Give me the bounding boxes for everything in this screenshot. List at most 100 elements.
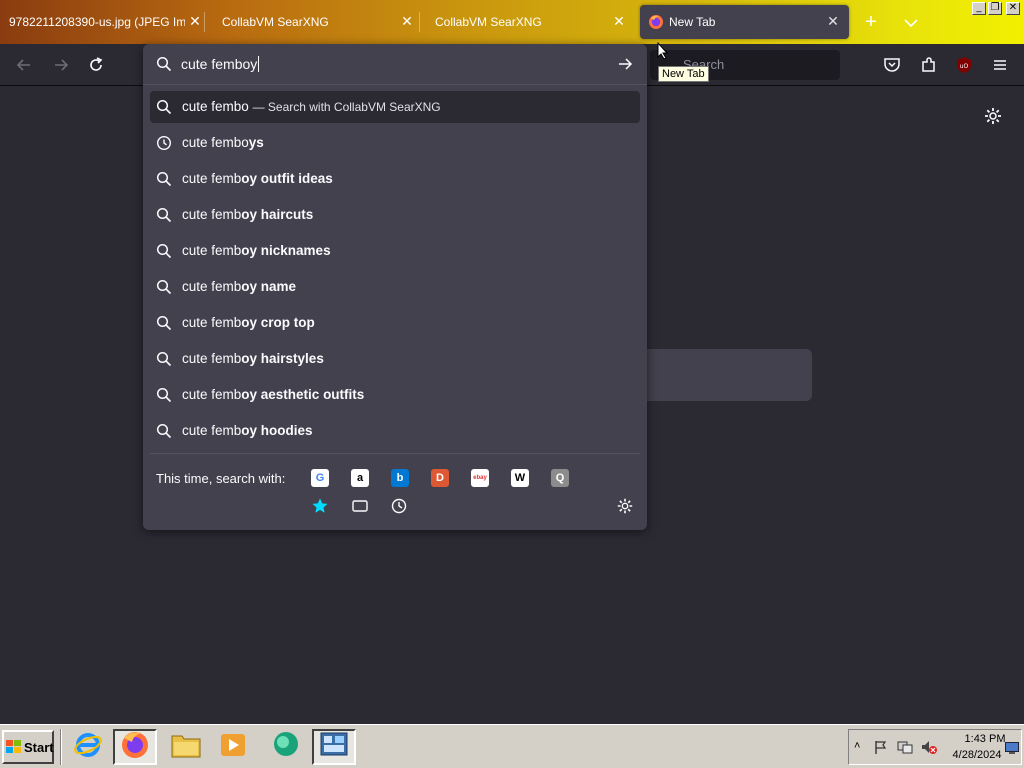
volume-muted-icon[interactable] — [920, 739, 938, 760]
suggestion-text: cute femboys — [182, 135, 264, 150]
tab-close-icon[interactable]: ✕ — [825, 13, 841, 29]
svg-text:uO: uO — [960, 63, 969, 70]
suggestion-text: cute femboy crop top — [182, 315, 315, 330]
back-arrow-icon[interactable] — [13, 54, 35, 76]
bing-icon[interactable]: b — [391, 469, 409, 487]
suggestion-text: cute femboy name — [182, 279, 296, 294]
go-arrow-icon[interactable] — [617, 56, 633, 72]
chat-bubble-icon — [270, 730, 302, 765]
search-suggestion[interactable]: cute femboy haircuts — [150, 199, 640, 231]
show-desktop-icon[interactable] — [1005, 741, 1019, 759]
tab-close-icon[interactable]: ✕ — [611, 13, 627, 29]
search-suggestion[interactable]: cute femboy crop top — [150, 307, 640, 339]
bookmarks-star-icon[interactable] — [311, 497, 329, 515]
heuristic-search-result[interactable]: cute fembo — Search with CollabVM SearXN… — [150, 91, 640, 123]
tabs-icon[interactable] — [351, 497, 369, 515]
search-settings-gear-icon[interactable] — [616, 497, 634, 515]
suggestion-typed-part: cute femb — [182, 243, 242, 258]
pocket-icon[interactable] — [881, 54, 903, 76]
suggestion-text: cute femboy hoodies — [182, 423, 313, 438]
search-icon — [156, 99, 172, 115]
amazon-icon[interactable]: a — [351, 469, 369, 487]
mouse-cursor-icon — [657, 41, 669, 60]
taskbar-firefox[interactable] — [113, 729, 157, 765]
duckduckgo-icon[interactable]: D — [431, 469, 449, 487]
action-center-flag-icon[interactable] — [873, 739, 889, 760]
suggestion-completion-part: oy name — [241, 279, 297, 294]
windows-taskbar: Start ˄ 1:43 PM 4/28/2024 — [0, 724, 1024, 768]
minimize-window-button[interactable]: _ — [972, 2, 986, 15]
search-suggestion[interactable]: cute femboys — [150, 127, 640, 159]
tab-jpeg-image[interactable]: 9782211208390-us.jpg (JPEG Image ✕ — [0, 0, 203, 44]
tab-separator — [204, 12, 205, 32]
tab-new-tab[interactable]: New Tab ✕ — [640, 5, 849, 39]
close-window-button[interactable]: ✕ — [1006, 2, 1020, 15]
search-suggestion[interactable]: cute femboy hoodies — [150, 415, 640, 447]
tab-tooltip: New Tab — [658, 66, 709, 82]
search-icon — [156, 351, 172, 367]
tab-collabvm-searxng-1[interactable]: CollabVM SearXNG ✕ — [212, 0, 417, 44]
tab-separator — [419, 12, 420, 32]
network-icon[interactable] — [896, 739, 914, 760]
tab-close-icon[interactable]: ✕ — [187, 13, 203, 29]
search-suggestion[interactable]: cute femboy name — [150, 271, 640, 303]
taskbar-file-explorer[interactable] — [164, 729, 208, 765]
search-icon — [156, 279, 172, 295]
suggestion-typed-part: cute femb — [182, 351, 242, 366]
history-icon — [156, 135, 172, 151]
ebay-icon[interactable]: ebay — [471, 469, 489, 487]
tab-title: CollabVM SearXNG — [435, 15, 542, 29]
clock-date[interactable]: 4/28/2024 — [947, 749, 1007, 761]
search-icon — [156, 207, 172, 223]
suggestion-text: cute femboy aesthetic outfits — [182, 387, 364, 402]
suggestion-typed-part: cute femb — [182, 315, 242, 330]
tab-collabvm-searxng-2[interactable]: CollabVM SearXNG ✕ — [425, 0, 630, 44]
wikipedia-icon[interactable]: W — [511, 469, 529, 487]
suggestion-completion-part: oy haircuts — [241, 207, 314, 222]
internet-explorer-icon — [73, 730, 103, 765]
show-hidden-icons-chevron-icon[interactable]: ˄ — [854, 740, 860, 752]
search-suggestion[interactable]: cute femboy outfit ideas — [150, 163, 640, 195]
tab-close-icon[interactable]: ✕ — [399, 13, 415, 29]
search-icon — [156, 56, 172, 72]
forward-arrow-icon[interactable] — [50, 54, 72, 76]
firefox-icon — [120, 730, 150, 765]
suggestion-text: cute femboy haircuts — [182, 207, 313, 222]
taskbar-internet-explorer[interactable] — [66, 729, 110, 765]
urlbar-input-row[interactable]: cute femboy — [143, 44, 647, 85]
suggestion-completion-part: oy hoodies — [241, 423, 313, 438]
start-button[interactable]: Start — [2, 730, 54, 764]
result-action-text: — Search with CollabVM SearXNG — [252, 100, 441, 114]
suggestion-completion-part: oy crop top — [241, 315, 315, 330]
search-suggestion[interactable]: cute femboy nicknames — [150, 235, 640, 267]
google-icon[interactable]: G — [311, 469, 329, 487]
search-icon — [156, 387, 172, 403]
taskbar-media-player[interactable] — [211, 729, 255, 765]
search-suggestion[interactable]: cute femboy aesthetic outfits — [150, 379, 640, 411]
restore-window-button[interactable]: ❐ — [988, 2, 1002, 15]
list-all-tabs-chevron-icon[interactable] — [900, 12, 922, 34]
newtab-search-box[interactable] — [630, 349, 812, 401]
taskbar-app-green[interactable] — [264, 729, 308, 765]
ublock-origin-icon[interactable]: uO — [953, 54, 975, 76]
reload-icon[interactable] — [85, 54, 107, 76]
tab-title: New Tab — [669, 15, 716, 29]
urlbar-query-text: cute femboy — [181, 56, 258, 72]
taskbar-control-panel[interactable] — [312, 729, 356, 765]
control-panel-icon — [319, 730, 349, 765]
urlbar-dropdown: cute femboy cute fembo — Search with Col… — [143, 44, 647, 530]
extensions-puzzle-icon[interactable] — [918, 54, 940, 76]
hamburger-menu-icon[interactable] — [989, 54, 1011, 76]
urlbar-input[interactable]: cute femboy — [181, 56, 260, 72]
search-icon — [156, 423, 172, 439]
page-settings-gear-icon[interactable] — [983, 106, 1003, 126]
windows-logo-icon — [6, 740, 22, 754]
new-tab-plus-icon[interactable]: + — [860, 12, 882, 34]
start-label: Start — [24, 739, 54, 755]
suggestion-text: cute femboy outfit ideas — [182, 171, 333, 186]
searxng-icon[interactable]: Q — [551, 469, 569, 487]
suggestion-text: cute femboy hairstyles — [182, 351, 324, 366]
search-icon — [156, 243, 172, 259]
search-suggestion[interactable]: cute femboy hairstyles — [150, 343, 640, 375]
history-clock-icon[interactable] — [390, 497, 408, 515]
